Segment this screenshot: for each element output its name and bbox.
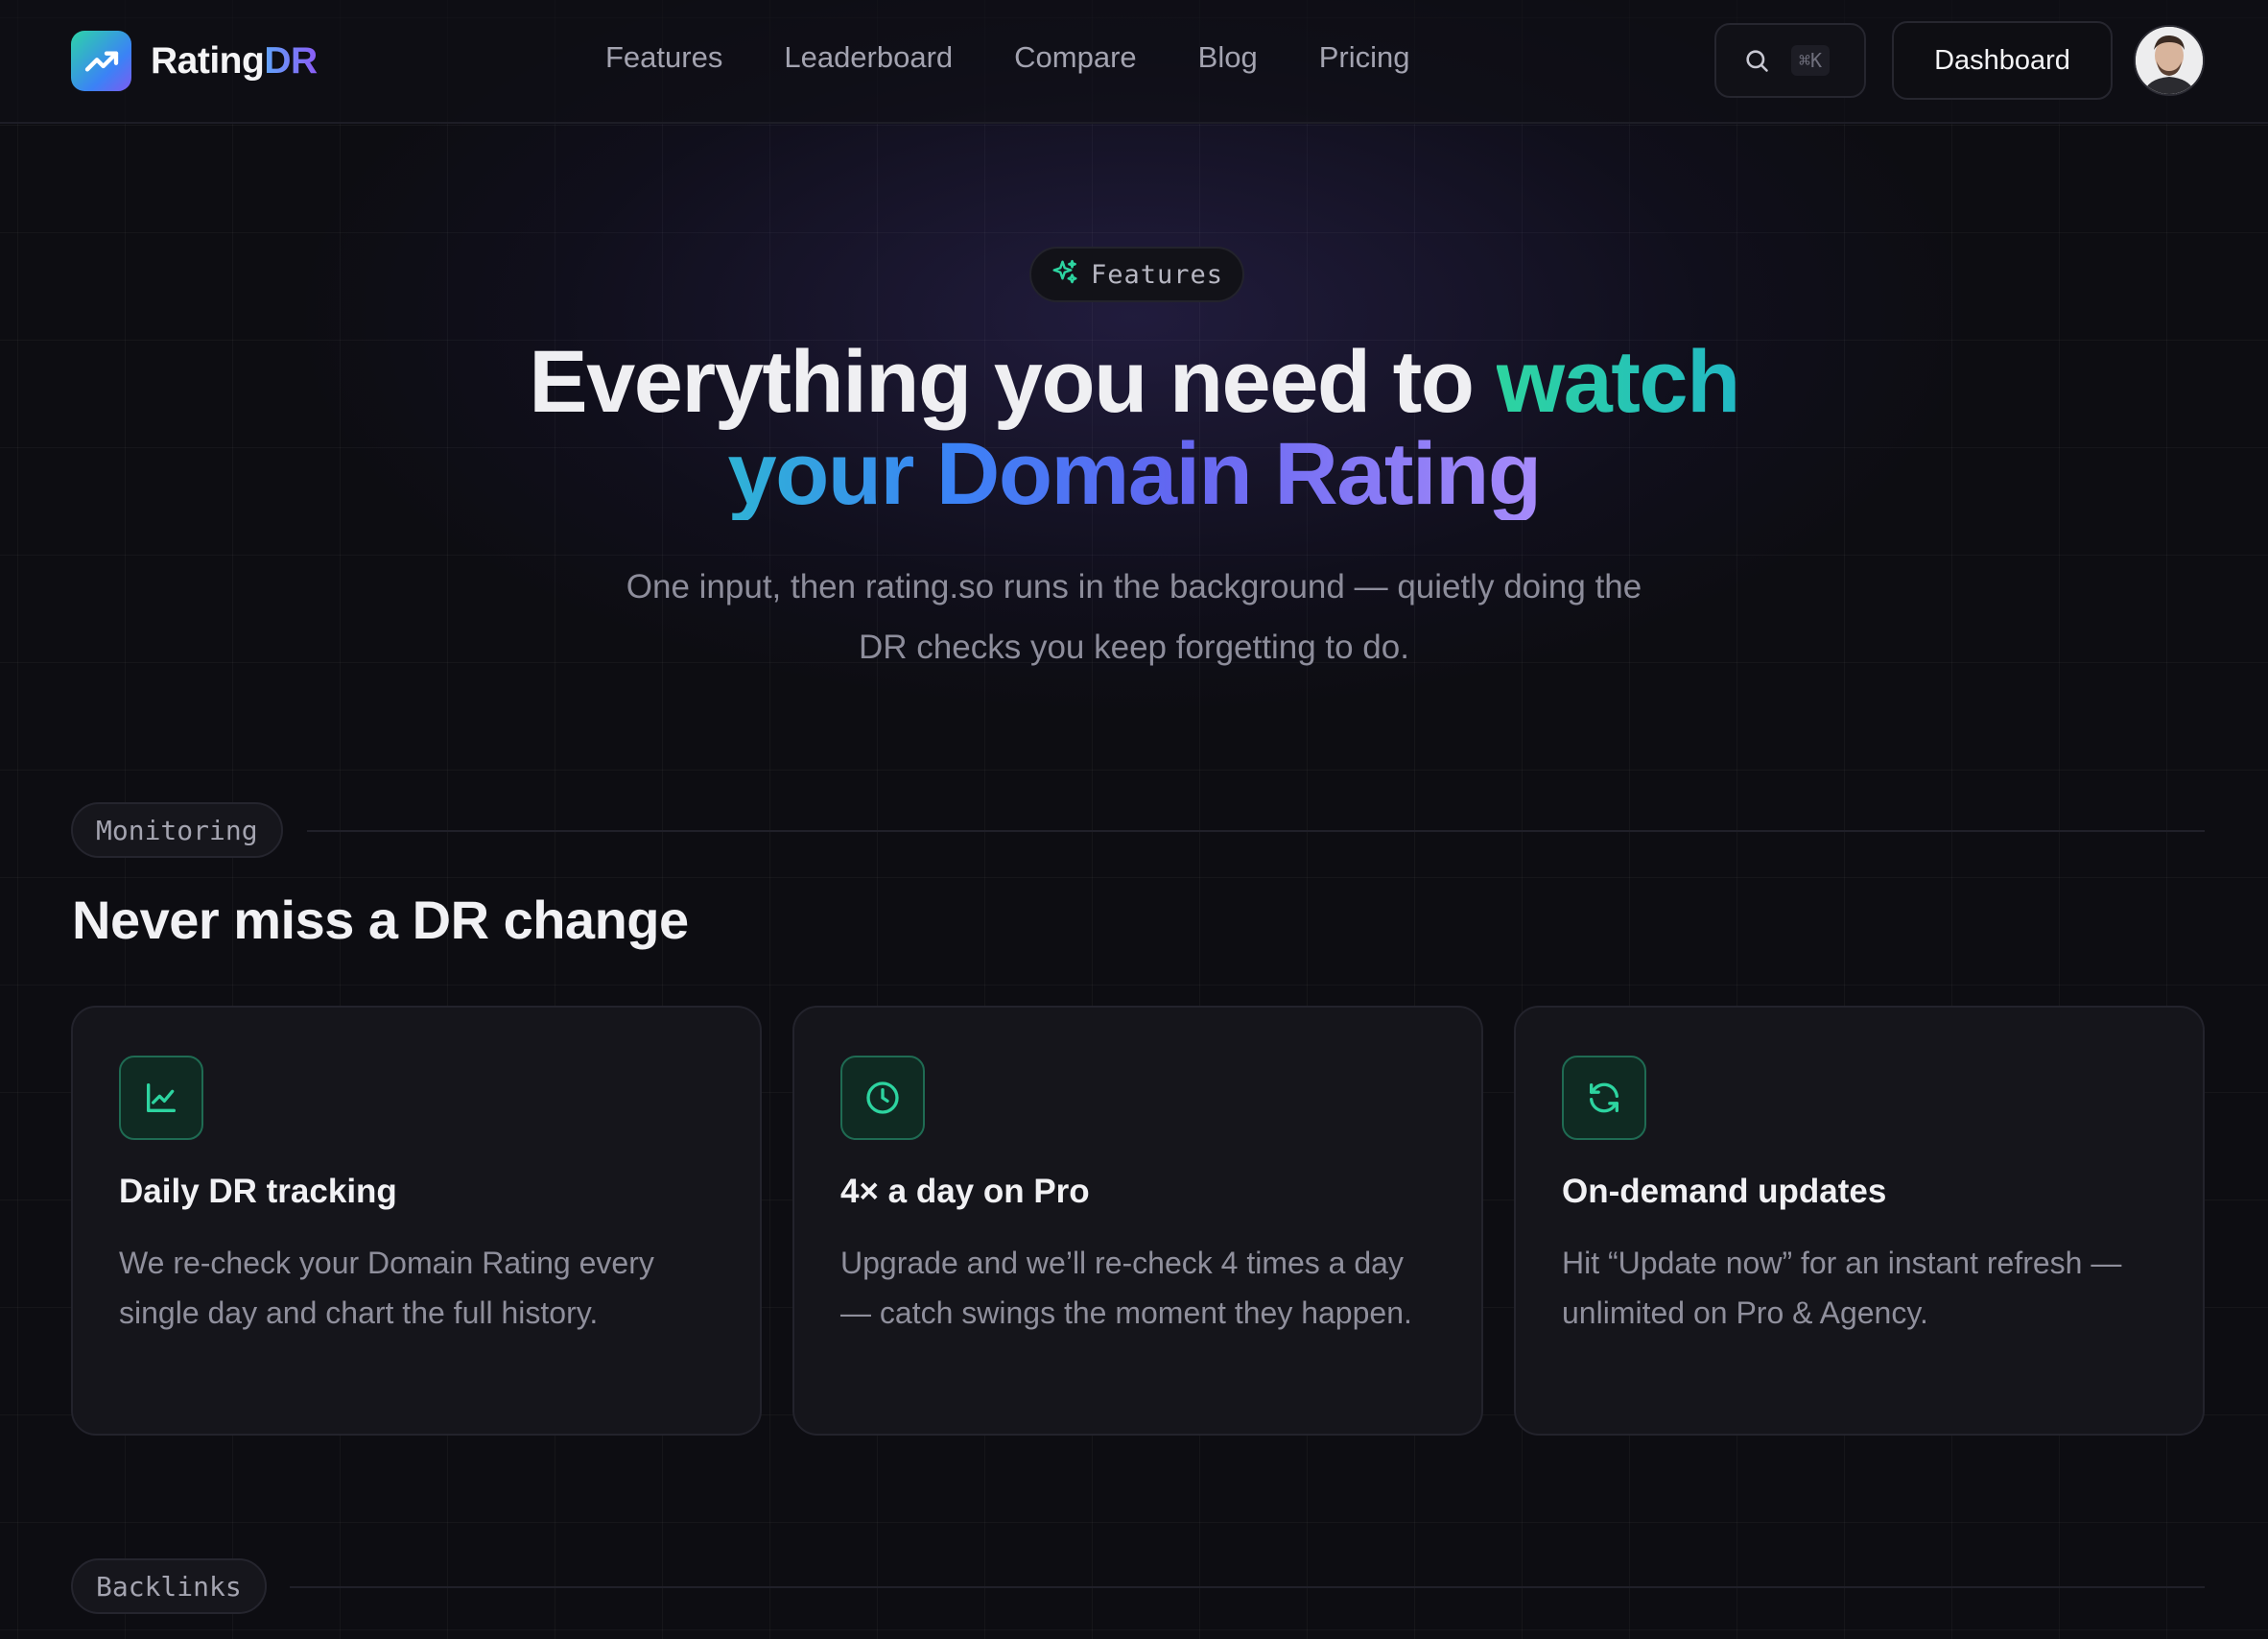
search-icon (1743, 47, 1770, 74)
section-tag-backlinks: Backlinks (71, 1558, 267, 1614)
top-navbar: RatingDR Features Leaderboard Compare Bl… (0, 0, 2268, 124)
feature-card-daily-tracking: Daily DR tracking We re-check your Domai… (71, 1006, 762, 1436)
headline-line2: your Domain Rating (727, 425, 1542, 523)
pill-label: Features (1090, 259, 1224, 290)
main-nav: Features Leaderboard Compare Blog Pricin… (605, 40, 1409, 75)
nav-link-compare[interactable]: Compare (1014, 40, 1137, 75)
features-pill: Features (1029, 247, 1244, 302)
headline-white: Everything you need to (529, 333, 1475, 431)
feature-card-pro-frequency: 4× a day on Pro Upgrade and we’ll re-che… (792, 1006, 1483, 1436)
hero-headline: Everything you need to watch your Domain… (0, 336, 2268, 520)
clock-icon (840, 1056, 925, 1140)
trending-up-icon (71, 31, 131, 91)
sparkles-icon (1051, 258, 1079, 292)
line-chart-icon (119, 1056, 203, 1140)
section-divider (290, 1586, 2205, 1588)
card-title: On-demand updates (1562, 1173, 1887, 1210)
card-description: We re-check your Domain Rating every sin… (119, 1246, 654, 1330)
hero-subtitle: One input, then rating.so runs in the ba… (626, 568, 1642, 666)
brand-logo[interactable]: RatingDR (71, 31, 318, 91)
headline-accent: watch (1496, 333, 1741, 431)
brand-name: RatingDR (151, 39, 318, 82)
card-title: Daily DR tracking (119, 1173, 397, 1210)
nav-link-leaderboard[interactable]: Leaderboard (784, 40, 953, 75)
section-divider (307, 830, 2205, 832)
nav-link-pricing[interactable]: Pricing (1319, 40, 1410, 75)
card-description: Hit “Update now” for an instant refresh … (1562, 1246, 2122, 1330)
search-button[interactable]: ⌘K (1714, 23, 1866, 98)
refresh-icon (1562, 1056, 1646, 1140)
dashboard-button[interactable]: Dashboard (1892, 21, 2113, 100)
nav-link-blog[interactable]: Blog (1198, 40, 1258, 75)
section-title: Never miss a DR change (72, 890, 689, 950)
feature-card-on-demand: On-demand updates Hit “Update now” for a… (1514, 1006, 2205, 1436)
section-tag-monitoring: Monitoring (71, 802, 283, 858)
nav-link-features[interactable]: Features (605, 40, 722, 75)
card-title: 4× a day on Pro (840, 1173, 1090, 1210)
card-description: Upgrade and we’ll re-check 4 times a day… (840, 1246, 1412, 1330)
keyboard-shortcut-hint: ⌘K (1791, 45, 1831, 76)
avatar[interactable] (2134, 25, 2205, 96)
